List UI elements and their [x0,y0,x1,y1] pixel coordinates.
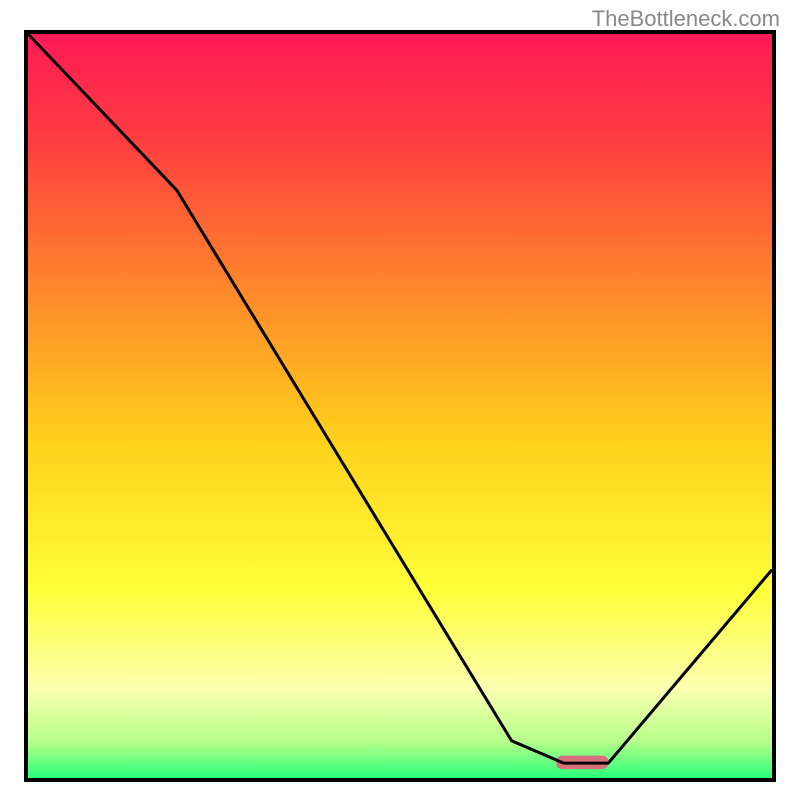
watermark-text: TheBottleneck.com [592,6,780,32]
chart-container: TheBottleneck.com [0,0,800,800]
plot-area [24,30,776,782]
bottleneck-curve [28,34,772,763]
curve-layer [28,34,772,778]
